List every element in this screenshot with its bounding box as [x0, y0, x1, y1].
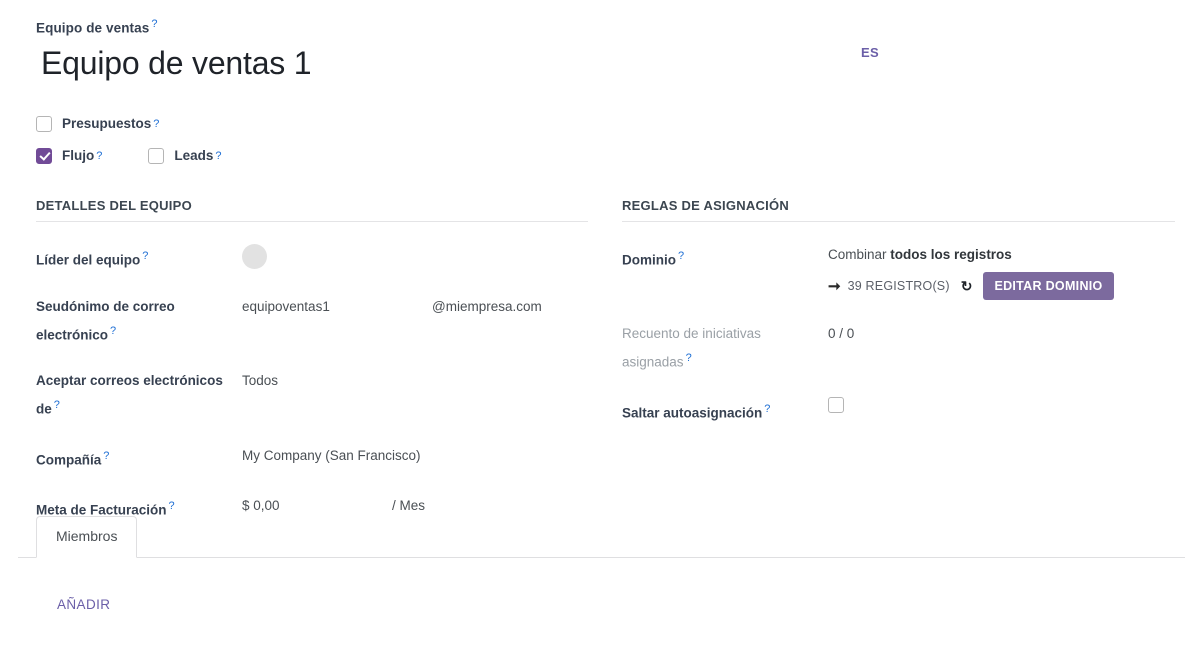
- field-label-team-leader-text: Líder del equipo: [36, 252, 141, 268]
- field-value-accept-emails-from: Todos: [242, 369, 588, 393]
- field-label-accept-emails-from-text: Aceptar correos electrónicos de: [36, 373, 223, 417]
- domain-match-description: Combinar todos los registros: [828, 244, 1175, 266]
- form-sheet: Equipo de ventas? Equipo de ventas 1 ES …: [0, 0, 1203, 664]
- avatar[interactable]: [242, 244, 267, 269]
- page-title[interactable]: Equipo de ventas 1: [41, 43, 736, 83]
- help-icon[interactable]: ?: [142, 250, 148, 262]
- domain-actions: ➞ 39 REGISTRO(S) ↻ EDITAR DOMINIO: [828, 272, 1175, 300]
- team-options: Presupuestos? Flujo? Leads?: [36, 112, 676, 167]
- help-icon[interactable]: ?: [764, 403, 770, 415]
- help-icon[interactable]: ?: [678, 250, 684, 262]
- field-value-team-leader: [242, 244, 588, 269]
- field-value-email-alias: equipoventas1 @miempresa.com: [242, 295, 588, 319]
- record-field-caption-label: Equipo de ventas: [36, 20, 150, 36]
- help-icon[interactable]: ?: [151, 18, 157, 30]
- email-alias-row: equipoventas1 @miempresa.com: [242, 295, 588, 319]
- domain-record-count-link[interactable]: 39 REGISTRO(S): [848, 274, 950, 298]
- notebook: Miembros AÑADIR: [18, 516, 1185, 612]
- help-icon[interactable]: ?: [110, 325, 116, 337]
- checkbox-flujo[interactable]: [36, 147, 52, 164]
- checkbox-leads[interactable]: [148, 147, 165, 164]
- language-badge[interactable]: ES: [861, 45, 879, 60]
- checkbox-presupuestos[interactable]: [36, 115, 52, 132]
- email-alias-input[interactable]: equipoventas1: [242, 295, 432, 319]
- domain-match-prefix: Combinar: [828, 247, 887, 262]
- checkbox-presupuestos-label: Presupuestos: [62, 116, 152, 131]
- help-icon[interactable]: ?: [686, 352, 692, 364]
- field-value-skip-auto-assign: [828, 396, 1175, 421]
- group-team-details: DETALLES DEL EQUIPO Líder del equipo? Se…: [36, 198, 588, 523]
- field-row-assigned-leads-count: Recuento de iniciativas asignadas? 0 / 0: [622, 322, 1175, 375]
- refresh-icon[interactable]: ↻: [961, 279, 973, 293]
- field-row-skip-auto-assign: Saltar autoasignación?: [622, 396, 1175, 426]
- notebook-tabs: Miembros: [18, 516, 1185, 558]
- tab-miembros[interactable]: Miembros: [36, 516, 138, 558]
- invoicing-target-row: $ 0,00 / Mes: [242, 494, 588, 518]
- help-icon[interactable]: ?: [215, 150, 221, 162]
- arrow-right-icon: ➞: [828, 277, 841, 295]
- field-row-accept-emails-from: Aceptar correos electrónicos de? Todos: [36, 369, 588, 422]
- edit-domain-button[interactable]: EDITAR DOMINIO: [983, 272, 1114, 300]
- field-label-team-leader: Líder del equipo?: [36, 244, 242, 273]
- help-icon[interactable]: ?: [153, 118, 159, 130]
- field-value-company: My Company (San Francisco): [242, 444, 588, 468]
- group-assignment-rules-title: REGLAS DE ASIGNACIÓN: [622, 198, 1175, 222]
- group-team-details-title: DETALLES DEL EQUIPO: [36, 198, 588, 222]
- checkbox-flujo-label: Flujo: [62, 148, 95, 163]
- record-field-caption: Equipo de ventas?: [36, 18, 736, 37]
- field-label-email-alias: Seudónimo de correo electrónico?: [36, 295, 242, 348]
- field-label-domain: Dominio?: [622, 244, 828, 273]
- help-icon[interactable]: ?: [96, 150, 102, 162]
- field-value-invoicing-target: $ 0,00 / Mes: [242, 494, 588, 518]
- notebook-page-miembros: AÑADIR: [18, 558, 1185, 612]
- field-label-company: Compañía?: [36, 444, 242, 473]
- field-label-domain-text: Dominio: [622, 252, 676, 268]
- option-row-pipeline: Flujo? Leads?: [36, 144, 676, 167]
- field-row-email-alias: Seudónimo de correo electrónico? equipov…: [36, 295, 588, 348]
- field-label-accept-emails-from: Aceptar correos electrónicos de?: [36, 369, 242, 422]
- field-label-skip-auto-assign-text: Saltar autoasignación: [622, 405, 763, 420]
- invoicing-target-period: / Mes: [392, 498, 426, 513]
- field-label-email-alias-text: Seudónimo de correo electrónico: [36, 298, 175, 343]
- field-row-company: Compañía? My Company (San Francisco): [36, 444, 588, 473]
- field-label-assigned-leads-count: Recuento de iniciativas asignadas?: [622, 322, 828, 375]
- help-icon[interactable]: ?: [103, 450, 109, 462]
- field-value-domain: Combinar todos los registros ➞ 39 REGIST…: [828, 244, 1175, 300]
- group-assignment-rules: REGLAS DE ASIGNACIÓN Dominio? Combinar t…: [622, 198, 1175, 425]
- invoicing-target-input[interactable]: $ 0,00: [242, 494, 392, 518]
- field-value-assigned-leads-count: 0 / 0: [828, 326, 855, 341]
- option-row-quotations: Presupuestos?: [36, 112, 676, 135]
- company-select[interactable]: My Company (San Francisco): [242, 448, 421, 463]
- domain-match-scope[interactable]: todos los registros: [890, 247, 1012, 262]
- field-row-team-leader: Líder del equipo?: [36, 244, 588, 273]
- help-icon[interactable]: ?: [169, 500, 175, 512]
- accept-emails-from-select[interactable]: Todos: [242, 373, 278, 388]
- field-label-company-text: Compañía: [36, 452, 102, 467]
- add-member-button[interactable]: AÑADIR: [57, 597, 110, 612]
- email-alias-domain: @miempresa.com: [432, 298, 542, 314]
- field-label-skip-auto-assign: Saltar autoasignación?: [622, 397, 828, 426]
- field-row-domain: Dominio? Combinar todos los registros ➞ …: [622, 244, 1175, 300]
- checkbox-leads-label: Leads: [174, 148, 214, 163]
- record-header: Equipo de ventas? Equipo de ventas 1: [36, 18, 736, 83]
- help-icon[interactable]: ?: [54, 399, 60, 411]
- checkbox-skip-auto-assign[interactable]: [828, 396, 844, 413]
